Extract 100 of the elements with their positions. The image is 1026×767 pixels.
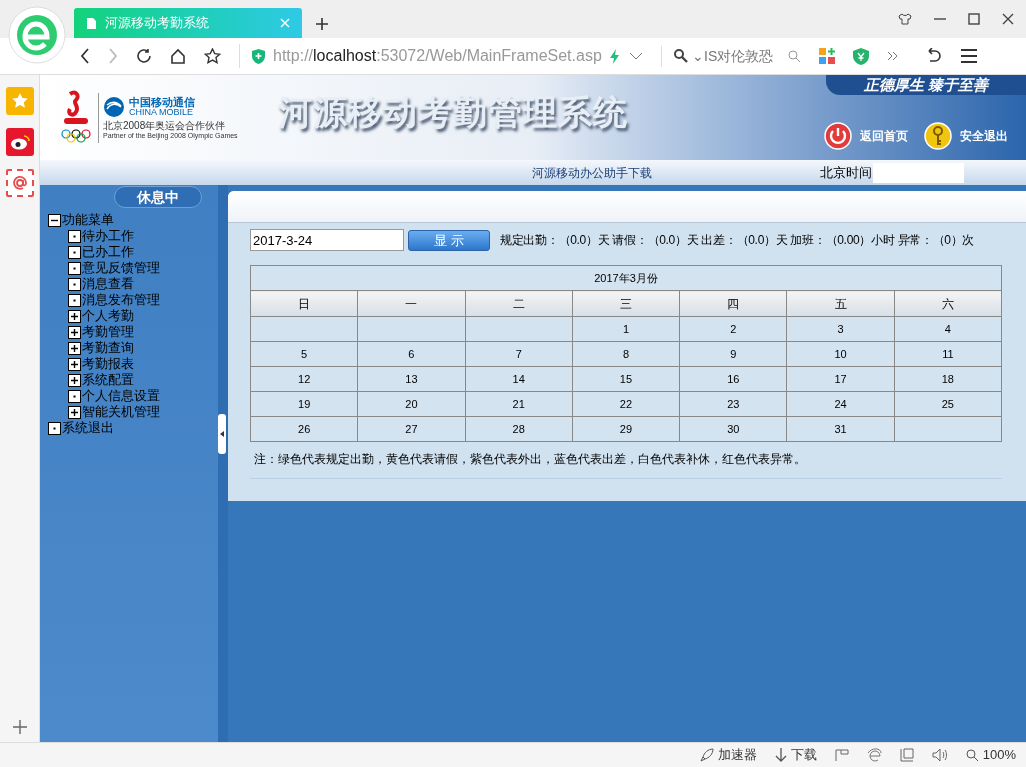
calendar-day[interactable]: 5: [250, 341, 358, 367]
calendar-day[interactable]: 19: [250, 391, 358, 417]
more-icon[interactable]: [887, 51, 899, 61]
calendar-day[interactable]: 23: [679, 391, 787, 417]
calendar-day[interactable]: 18: [894, 366, 1002, 392]
calendar-day[interactable]: 8: [572, 341, 680, 367]
calendar-day[interactable]: 16: [679, 366, 787, 392]
search-field[interactable]: ⌄IS对伦敦恐: [661, 45, 801, 67]
menu-item[interactable]: 考勤查询: [82, 340, 134, 356]
menu-item[interactable]: 消息发布管理: [82, 292, 160, 308]
shield-icon[interactable]: [853, 47, 869, 65]
weekday-header: 四: [679, 290, 787, 317]
calendar-day[interactable]: 15: [572, 366, 680, 392]
download-icon[interactable]: [774, 748, 787, 762]
close-icon[interactable]: [1002, 13, 1014, 25]
calendar-day[interactable]: 4: [894, 316, 1002, 342]
expand-icon[interactable]: [68, 405, 81, 419]
expand-icon[interactable]: [68, 325, 81, 339]
calendar-day[interactable]: 17: [786, 366, 895, 392]
olympic-emblem-drawing: [58, 89, 94, 146]
undo-icon[interactable]: [925, 48, 943, 64]
splitter-bar[interactable]: [218, 185, 228, 742]
weekday-header: 三: [572, 290, 680, 317]
calendar-day[interactable]: 25: [894, 391, 1002, 417]
accelerator-button[interactable]: 加速器: [717, 745, 757, 765]
menu-item[interactable]: 考勤管理: [82, 324, 134, 340]
home-link[interactable]: 返回首页: [860, 127, 908, 145]
expand-icon[interactable]: [68, 309, 81, 323]
address-bar[interactable]: http://localhost:53072/Web/MainFrameSet.asp: [239, 44, 619, 68]
search-icon[interactable]: [788, 49, 801, 63]
maximize-icon[interactable]: [968, 13, 980, 25]
calendar-day[interactable]: 9: [679, 341, 787, 367]
zoom-level[interactable]: 100%: [982, 745, 1016, 765]
calendar-day[interactable]: 29: [572, 416, 680, 442]
expand-icon[interactable]: [68, 357, 81, 371]
star-icon[interactable]: [204, 48, 221, 64]
expand-icon[interactable]: [68, 341, 81, 355]
calendar-day[interactable]: 11: [894, 341, 1002, 367]
calendar-day[interactable]: 30: [679, 416, 787, 442]
calendar-day[interactable]: 10: [786, 341, 895, 367]
window-icon[interactable]: [899, 748, 914, 762]
collapse-handle[interactable]: [218, 413, 226, 454]
menu-item[interactable]: 个人信息设置: [82, 388, 160, 404]
download-link[interactable]: 河源移动办公助手下载: [532, 163, 652, 182]
browser-engine-icon[interactable]: [866, 747, 882, 763]
collapse-icon[interactable]: [48, 213, 61, 227]
zoom-icon[interactable]: [965, 748, 979, 762]
calendar-day[interactable]: 7: [465, 341, 573, 367]
search-icon: [674, 49, 688, 63]
calendar-day[interactable]: 28: [465, 416, 573, 442]
menu-item[interactable]: 意见反馈管理: [82, 260, 160, 276]
calendar-day[interactable]: 31: [786, 416, 895, 442]
calendar-day[interactable]: 27: [357, 416, 466, 442]
leaf-node-icon[interactable]: [68, 245, 81, 259]
menu-item[interactable]: 考勤报表: [82, 356, 134, 372]
calendar-day[interactable]: 1: [572, 316, 680, 342]
back-icon[interactable]: [80, 48, 90, 64]
flag-icon[interactable]: [834, 749, 849, 761]
dropdown-icon[interactable]: [629, 52, 643, 60]
menu-item[interactable]: 消息查看: [82, 276, 134, 292]
menu-item[interactable]: 待办工作: [82, 228, 134, 244]
menu-item[interactable]: 功能菜单: [62, 212, 114, 228]
leaf-node-icon[interactable]: [68, 389, 81, 403]
reload-icon[interactable]: [136, 48, 152, 64]
home-icon[interactable]: [170, 48, 186, 64]
leaf-node-icon[interactable]: [68, 229, 81, 243]
calendar-day[interactable]: 12: [250, 366, 358, 392]
menu-icon[interactable]: [961, 49, 977, 63]
calendar-day[interactable]: 14: [465, 366, 573, 392]
leaf-node-icon[interactable]: [68, 277, 81, 291]
menu-item[interactable]: 系统退出: [62, 420, 114, 436]
lightning-icon: [609, 48, 619, 64]
menu-item[interactable]: 智能关机管理: [82, 404, 160, 420]
calendar-day[interactable]: 2: [679, 316, 787, 342]
calendar-day[interactable]: 22: [572, 391, 680, 417]
add-icon[interactable]: [12, 720, 27, 734]
leaf-node-icon[interactable]: [68, 293, 81, 307]
calendar-day[interactable]: 3: [786, 316, 895, 342]
logout-link[interactable]: 安全退出: [960, 127, 1008, 145]
shirt-icon[interactable]: [898, 13, 912, 25]
menu-item[interactable]: 已办工作: [82, 244, 134, 260]
calendar-day[interactable]: 24: [786, 391, 895, 417]
menu-item[interactable]: 个人考勤: [82, 308, 134, 324]
download-button[interactable]: 下载: [790, 745, 817, 765]
menu-item[interactable]: 系统配置: [82, 372, 134, 388]
weibo-icon[interactable]: [5, 128, 34, 156]
calendar-day[interactable]: 6: [357, 341, 466, 367]
calendar-day[interactable]: 13: [357, 366, 466, 392]
mail-icon[interactable]: [5, 169, 34, 197]
calendar-day[interactable]: 26: [250, 416, 358, 442]
speaker-icon[interactable]: [931, 748, 948, 762]
leaf-node-icon[interactable]: [68, 261, 81, 275]
calendar-day[interactable]: 21: [465, 391, 573, 417]
new-tab-icon[interactable]: [316, 18, 328, 30]
date-field[interactable]: 2017-3-24: [250, 229, 404, 251]
expand-icon[interactable]: [68, 373, 81, 387]
apps-icon[interactable]: [819, 48, 835, 64]
leaf-node-icon[interactable]: [48, 421, 61, 435]
calendar-day[interactable]: 20: [357, 391, 466, 417]
logo-text: CHINA MOBILE: [129, 108, 194, 117]
